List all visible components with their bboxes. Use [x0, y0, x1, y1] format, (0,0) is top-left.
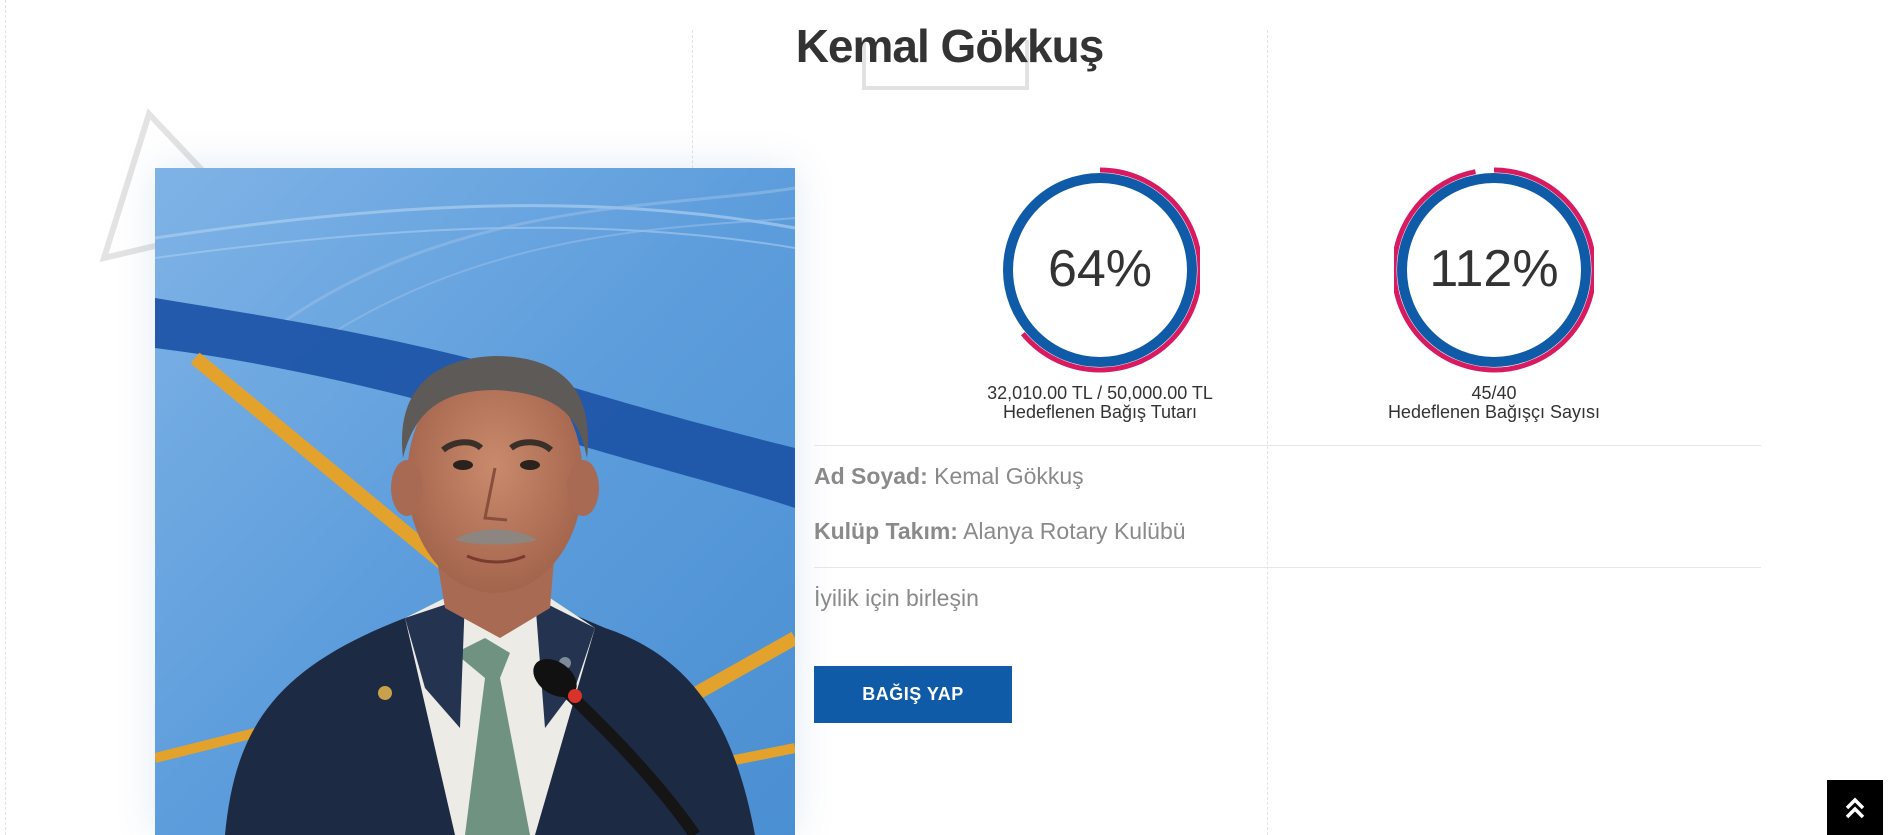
- stat-description: Hedeflenen Bağışçı Sayısı: [1387, 402, 1601, 422]
- stat-amount: 32,010.00 TL / 50,000.00 TL: [987, 383, 1213, 403]
- stat-caption: 45/40 Hedeflenen Bağışçı Sayısı: [1334, 384, 1654, 422]
- motto-text: İyilik için birleşin: [814, 585, 979, 611]
- double-chevron-up-icon: [1845, 797, 1865, 818]
- profile-photo: [155, 168, 795, 835]
- info-club-label: Kulüp Takım:: [814, 518, 958, 544]
- scroll-to-top-button[interactable]: [1827, 780, 1883, 835]
- info-name-label: Ad Soyad:: [814, 463, 928, 489]
- info-name-row: Ad Soyad: Kemal Gökkuş: [814, 461, 1084, 491]
- stat-donation-amount: 64% 32,010.00 TL / 50,000.00 TL Hedeflen…: [940, 166, 1260, 426]
- divider: [814, 567, 1761, 568]
- info-club-value: Alanya Rotary Kulübü: [963, 518, 1186, 544]
- info-name-value: Kemal Gökkuş: [934, 463, 1084, 489]
- percent-label: 112%: [1429, 240, 1559, 298]
- donate-button[interactable]: BAĞIŞ YAP: [814, 666, 1012, 723]
- stat-caption: 32,010.00 TL / 50,000.00 TL Hedeflenen B…: [940, 384, 1260, 422]
- info-club-row: Kulüp Takım: Alanya Rotary Kulübü: [814, 516, 1186, 546]
- guide-line: [5, 0, 6, 835]
- stat-amount: 45/40: [1471, 383, 1517, 403]
- page-title: Kemal Gökkuş: [795, 20, 1105, 72]
- stat-donor-count: 112% 45/40 Hedeflenen Bağışçı Sayısı: [1334, 166, 1654, 426]
- page: Kemal Gökkuş 64% 32,010.00 TL / 50,000.0…: [0, 0, 1899, 835]
- guide-line: [1267, 30, 1268, 835]
- divider: [814, 445, 1761, 446]
- stat-description: Hedeflenen Bağış Tutarı: [1002, 402, 1198, 422]
- percent-label: 64%: [1047, 240, 1153, 298]
